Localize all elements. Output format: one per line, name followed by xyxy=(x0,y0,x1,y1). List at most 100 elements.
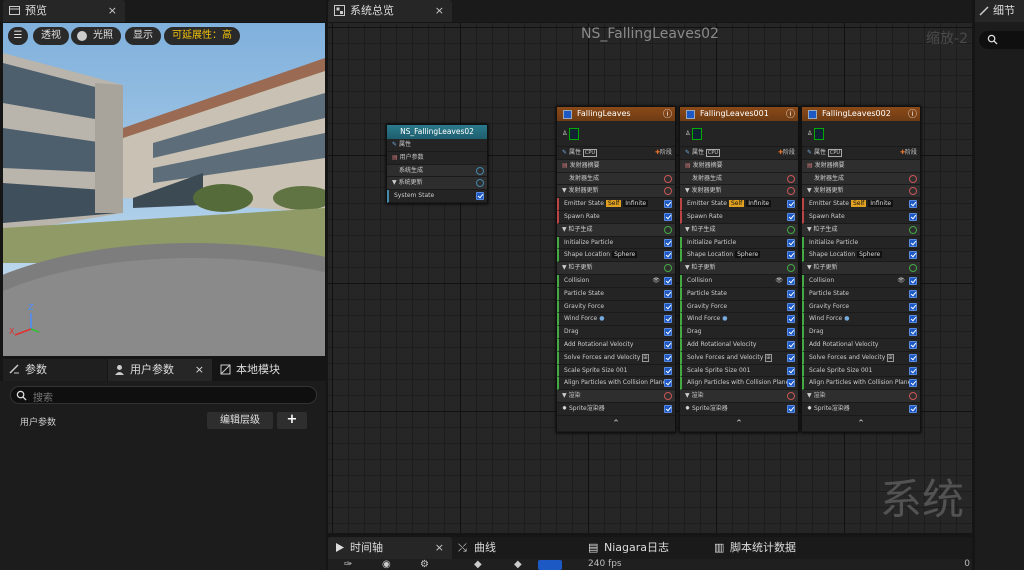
module-row[interactable]: Add Rotational Velocity xyxy=(557,338,675,352)
system-props-row[interactable]: ✎ 属性 xyxy=(387,139,487,152)
enable-checkbox[interactable] xyxy=(909,315,917,324)
enable-checkbox[interactable] xyxy=(664,289,672,298)
close-icon[interactable]: × xyxy=(435,537,444,559)
module-row[interactable]: ✸ Sprite渲染器 xyxy=(557,403,675,416)
eye-icon[interactable]: ◉ xyxy=(382,559,391,570)
enable-checkbox[interactable] xyxy=(787,212,795,221)
enable-checkbox[interactable] xyxy=(787,340,795,349)
module-row[interactable]: Shape Location Sphere xyxy=(680,249,798,263)
niagara-log-tab[interactable]: ▤ Niagara日志 xyxy=(588,537,669,559)
module-row[interactable]: ✸ Sprite渲染器 xyxy=(802,403,920,416)
enable-checkbox[interactable] xyxy=(664,366,672,375)
emitter-node[interactable]: FallingLeaves ⓘ ♙ ✎ 属性 CPU ✚阶段 ▤ 发射器摘要 发射器生成 ▼… xyxy=(556,106,676,433)
emitter-section-row[interactable]: ▼ 渲染 xyxy=(680,390,798,403)
add-module-icon[interactable] xyxy=(909,174,917,183)
collapse-icon[interactable]: ▼ xyxy=(562,187,567,194)
collapse-icon[interactable]: ▼ xyxy=(392,179,397,186)
tab-user-params[interactable]: 用户参数 × xyxy=(108,359,212,381)
add-module-icon[interactable] xyxy=(664,392,672,401)
module-row[interactable]: Initialize Particle xyxy=(557,236,675,250)
collapse-icon[interactable]: ▼ xyxy=(562,392,567,399)
module-row[interactable]: Drag xyxy=(680,326,798,339)
module-row[interactable]: Wind Force ● xyxy=(557,313,675,327)
module-row[interactable]: Drag xyxy=(802,326,920,339)
module-row[interactable]: Gravity Force xyxy=(802,300,920,314)
system-overview-tab[interactable]: 系统总览 × xyxy=(328,0,452,22)
module-row[interactable]: Wind Force ● xyxy=(680,313,798,327)
module-row[interactable]: Solve Forces and Velocity ⊞ xyxy=(680,351,798,365)
emitter-node[interactable]: FallingLeaves001 ⓘ ♙ ✎ 属性 CPU ✚阶段 ▤ 发射器摘要 发射器… xyxy=(679,106,799,433)
curves-tab[interactable]: ⤯ 曲线 xyxy=(458,537,496,559)
script-stats-tab[interactable]: ▥ 脚本统计数据 xyxy=(714,537,796,559)
emitter-section-row[interactable]: ▤ 发射器摘要 xyxy=(680,159,798,173)
module-row[interactable]: Align Particles with Collision Plane xyxy=(802,377,920,391)
emitter-header[interactable]: FallingLeaves002 ⓘ xyxy=(802,107,920,121)
collapse-icon[interactable]: ▼ xyxy=(807,187,812,194)
enable-checkbox[interactable] xyxy=(787,251,795,260)
enable-checkbox[interactable] xyxy=(909,238,917,247)
add-module-icon[interactable] xyxy=(909,392,917,401)
module-row[interactable]: Spawn Rate xyxy=(802,210,920,224)
enable-checkbox[interactable] xyxy=(664,276,672,285)
add-module-icon[interactable] xyxy=(787,174,795,183)
info-icon[interactable]: ⓘ xyxy=(908,108,917,122)
add-module-icon[interactable] xyxy=(664,264,672,273)
module-row[interactable]: ✸ Sprite渲染器 xyxy=(680,403,798,416)
collapse-row[interactable]: ⌃ xyxy=(557,416,675,432)
enable-checkbox[interactable] xyxy=(787,404,795,413)
emitter-section-row[interactable]: ▼ 渲染 xyxy=(557,390,675,403)
enable-checkbox[interactable] xyxy=(664,302,672,311)
module-row[interactable]: Wind Force ● xyxy=(802,313,920,327)
module-row[interactable]: Gravity Force xyxy=(680,300,798,314)
emitter-section-row[interactable]: ▼ 发射器更新 xyxy=(557,185,675,199)
module-row[interactable]: Spawn Rate xyxy=(680,210,798,224)
collapse-icon[interactable]: ▼ xyxy=(685,264,690,271)
enable-checkbox[interactable] xyxy=(787,328,795,337)
enable-checkbox[interactable] xyxy=(909,302,917,311)
module-row[interactable]: Particle State xyxy=(802,287,920,301)
enable-checkbox[interactable] xyxy=(664,404,672,413)
enable-checkbox[interactable] xyxy=(476,192,484,201)
fps-display[interactable]: 240 fps xyxy=(588,559,622,569)
emitter-section-row[interactable]: ▼ 粒子更新 xyxy=(802,262,920,275)
enable-checkbox[interactable] xyxy=(787,276,795,285)
enable-checkbox[interactable] xyxy=(909,340,917,349)
enable-checkbox[interactable] xyxy=(909,289,917,298)
add-stage-button[interactable]: ✚阶段 xyxy=(778,147,795,160)
enable-checkbox[interactable] xyxy=(664,340,672,349)
module-row[interactable]: Particle State xyxy=(680,287,798,301)
enable-checkbox[interactable] xyxy=(787,238,795,247)
system-node[interactable]: NS_FallingLeaves02 ✎ 属性 ▤ 用户参数 系统生成 ▼ 系统… xyxy=(386,124,488,204)
emitter-section-row[interactable]: ▼ 粒子更新 xyxy=(557,262,675,275)
emitter-enable-checkbox[interactable] xyxy=(686,110,695,119)
collapse-row[interactable]: ⌃ xyxy=(680,416,798,432)
tab-params[interactable]: 参数 xyxy=(3,359,107,381)
enable-checkbox[interactable] xyxy=(909,212,917,221)
enable-checkbox[interactable] xyxy=(664,353,672,362)
key-icon[interactable]: ◆ xyxy=(474,559,482,570)
enable-checkbox[interactable] xyxy=(664,212,672,221)
edit-hierarchy-button[interactable]: 编辑层级 xyxy=(207,412,273,429)
enable-checkbox[interactable] xyxy=(787,302,795,311)
details-tab[interactable]: 细节 xyxy=(975,0,1024,22)
snap-button[interactable] xyxy=(538,560,562,570)
add-module-icon[interactable] xyxy=(664,187,672,196)
details-search-input[interactable] xyxy=(979,31,1024,49)
module-row[interactable]: Shape Location Sphere xyxy=(802,249,920,263)
close-icon[interactable]: × xyxy=(435,0,444,22)
module-row[interactable]: Emitter State Self Infinite xyxy=(680,198,798,211)
emitter-enable-checkbox[interactable] xyxy=(563,110,572,119)
info-icon[interactable]: ⓘ xyxy=(786,108,795,122)
wrench-icon[interactable]: ✑ xyxy=(344,559,352,570)
marker-icon[interactable]: ◆ xyxy=(514,559,522,570)
enable-checkbox[interactable] xyxy=(664,328,672,337)
add-param-button[interactable]: + xyxy=(277,412,307,429)
emitter-props-row[interactable]: ✎ 属性 CPU ✚阶段 xyxy=(557,147,675,160)
enable-checkbox[interactable] xyxy=(909,276,917,285)
emitter-section-row[interactable]: ▼ 粒子生成 xyxy=(557,223,675,237)
collapse-icon[interactable]: ▼ xyxy=(807,264,812,271)
system-state-row[interactable]: System State xyxy=(387,190,487,203)
emitter-section-row[interactable]: ▼ 发射器更新 xyxy=(802,185,920,199)
enable-checkbox[interactable] xyxy=(787,379,795,388)
chevron-up-icon[interactable]: ⌃ xyxy=(612,419,620,429)
